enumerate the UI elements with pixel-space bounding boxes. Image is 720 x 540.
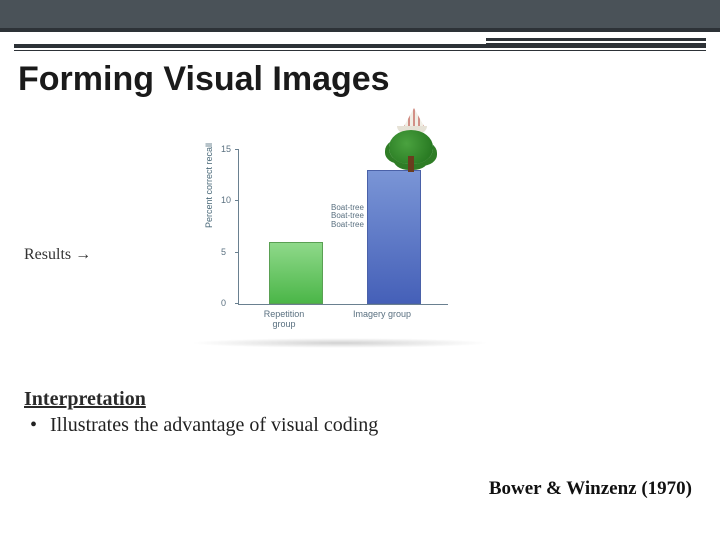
- sailboat-icon: [403, 108, 425, 128]
- repetition-cue-text: Boat-tree Boat-tree Boat-tree: [331, 204, 364, 230]
- bar-repetition: [269, 242, 323, 304]
- ytick-0: 0: [221, 298, 226, 308]
- imagery-cue-icon: [383, 122, 439, 174]
- title-rule-thin: [14, 50, 706, 51]
- results-label: Results →: [24, 246, 91, 264]
- recall-bar-chart: Percent correct recall 0 5 10 15 Boat-tr…: [210, 140, 470, 345]
- bullet-text: Illustrates the advantage of visual codi…: [50, 414, 378, 436]
- citation: Bower & Winzenz (1970): [489, 478, 692, 500]
- y-axis-label: Percent correct recall: [204, 143, 214, 228]
- slide-top-bar: [0, 0, 720, 32]
- slide-title: Forming Visual Images: [18, 60, 390, 99]
- title-rule-thick: [14, 44, 706, 48]
- interpretation-heading: Interpretation: [24, 388, 146, 411]
- chart-shadow: [190, 338, 490, 348]
- ytick-15: 15: [221, 144, 231, 154]
- xlabel-repetition: Repetition group: [254, 310, 314, 330]
- bar-imagery: [367, 170, 421, 304]
- xlabel-imagery: Imagery group: [352, 310, 412, 320]
- plot-area: 0 5 10 15 Boat-tree Boat-tree Boat-tree: [238, 150, 448, 305]
- bullet-dot-icon: •: [30, 414, 37, 436]
- ytick-10: 10: [221, 195, 231, 205]
- ytick-5: 5: [221, 247, 226, 257]
- interpretation-bullet: • Illustrates the advantage of visual co…: [30, 414, 378, 437]
